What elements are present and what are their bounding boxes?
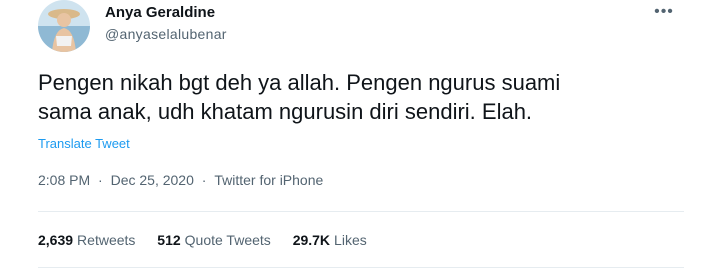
avatar[interactable] <box>38 0 90 52</box>
divider <box>38 267 684 268</box>
more-options-icon[interactable]: ••• <box>652 2 676 22</box>
likes-label: Likes <box>334 232 367 248</box>
retweets-stat[interactable]: 2,639 Retweets <box>38 232 135 248</box>
meta-separator: · <box>201 172 207 188</box>
retweets-count: 2,639 <box>38 232 74 248</box>
retweets-label: Retweets <box>77 232 136 248</box>
tweet-time[interactable]: 2:08 PM <box>38 172 90 188</box>
avatar-image <box>38 0 90 52</box>
translate-tweet-link[interactable]: Translate Tweet <box>38 136 130 151</box>
quote-tweets-count: 512 <box>157 232 181 248</box>
tweet-date[interactable]: Dec 25, 2020 <box>111 172 194 188</box>
likes-stat[interactable]: 29.7K Likes <box>293 232 367 248</box>
tweet-meta: 2:08 PM · Dec 25, 2020 · Twitter for iPh… <box>38 172 323 188</box>
tweet-card: Anya Geraldine @anyaselalubenar ••• Peng… <box>0 0 720 276</box>
tweet-source[interactable]: Twitter for iPhone <box>214 172 323 188</box>
author-handle[interactable]: @anyaselalubenar <box>105 26 227 42</box>
quote-tweets-stat[interactable]: 512 Quote Tweets <box>157 232 271 248</box>
quote-tweets-label: Quote Tweets <box>184 232 271 248</box>
author-name[interactable]: Anya Geraldine <box>105 4 215 21</box>
tweet-stats: 2,639 Retweets 512 Quote Tweets 29.7K Likes <box>38 232 385 248</box>
meta-separator: · <box>98 172 103 188</box>
tweet-text: Pengen nikah bgt deh ya allah. Pengen ng… <box>38 70 561 124</box>
divider <box>38 211 684 212</box>
likes-count: 29.7K <box>292 232 331 248</box>
